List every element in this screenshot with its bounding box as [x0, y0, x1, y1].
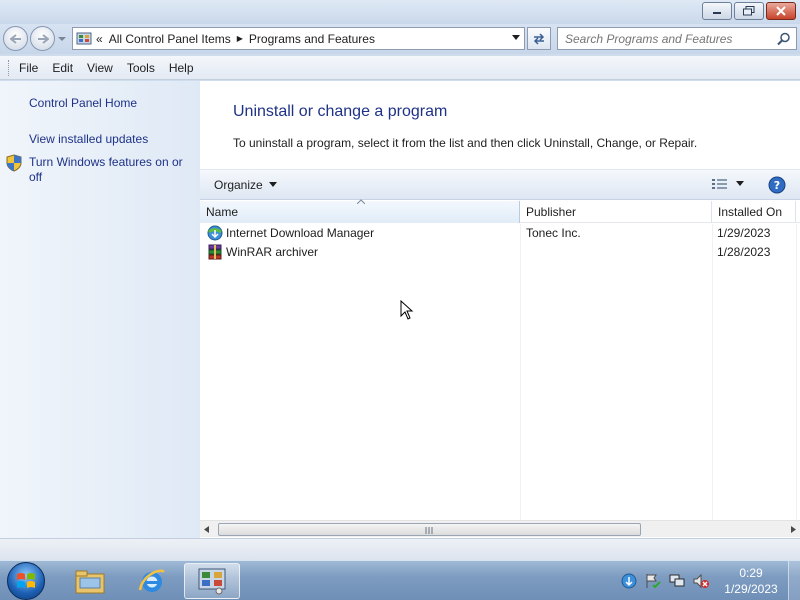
forward-button[interactable]	[30, 26, 55, 51]
search-icon[interactable]	[777, 32, 791, 46]
column-installed-label: Installed On	[718, 205, 783, 219]
address-dropdown-icon[interactable]	[512, 35, 520, 41]
page-title: Uninstall or change a program	[233, 103, 448, 120]
turn-windows-features-link[interactable]: Turn Windows features on or off	[29, 155, 189, 185]
scroll-left-icon[interactable]	[204, 526, 209, 533]
program-name: Internet Download Manager	[226, 226, 375, 240]
menu-tools[interactable]: Tools	[127, 61, 155, 75]
taskbar-explorer[interactable]	[62, 563, 118, 599]
windows-logo-icon	[17, 573, 35, 588]
breadcrumb-separator-icon[interactable]: ▶	[237, 34, 243, 43]
notification-area	[620, 572, 710, 590]
menu-edit[interactable]: Edit	[52, 61, 73, 75]
forward-arrow-icon	[37, 33, 49, 44]
close-icon	[776, 6, 786, 16]
start-button[interactable]	[7, 562, 45, 600]
search-input[interactable]	[565, 31, 775, 46]
search-box[interactable]	[557, 27, 797, 50]
system-clock[interactable]: 0:29 1/29/2023	[718, 565, 784, 597]
command-bar: Organize ?	[200, 169, 800, 200]
navigation-bar: « All Control Panel Items ▶ Programs and…	[0, 24, 800, 54]
minimize-button[interactable]	[702, 2, 732, 20]
program-row[interactable]: WinRAR archiver 1/28/2023	[200, 243, 800, 262]
refresh-button[interactable]	[527, 27, 551, 50]
menu-file[interactable]: File	[19, 61, 38, 75]
explorer-icon	[75, 570, 105, 594]
menu-help[interactable]: Help	[169, 61, 194, 75]
clock-time: 0:29	[739, 566, 763, 580]
control-panel-home-link[interactable]: Control Panel Home	[29, 96, 137, 111]
column-divider	[712, 224, 713, 520]
column-header-name[interactable]: Name	[200, 199, 520, 223]
page-description: To uninstall a program, select it from t…	[233, 136, 698, 150]
column-divider	[796, 224, 797, 520]
status-bar	[0, 538, 800, 560]
breadcrumb-all-control-panel-items[interactable]: All Control Panel Items	[109, 32, 231, 46]
column-name-label: Name	[206, 205, 239, 219]
show-desktop-button[interactable]	[788, 561, 800, 600]
change-view-button[interactable]	[712, 178, 744, 190]
main-content: Uninstall or change a program To uninsta…	[200, 81, 800, 538]
menu-view[interactable]: View	[87, 61, 113, 75]
scrollbar-thumb[interactable]	[218, 523, 641, 536]
window-controls	[702, 2, 796, 20]
minimize-icon	[713, 12, 721, 14]
restore-button[interactable]	[734, 2, 764, 20]
scroll-grip-icon	[425, 527, 433, 534]
shield-icon	[6, 154, 22, 172]
back-button[interactable]	[3, 26, 28, 51]
restore-icon	[743, 6, 755, 16]
column-headers: Name Publisher Installed On S	[200, 199, 800, 223]
idm-tray-icon[interactable]	[620, 572, 638, 590]
column-publisher-label: Publisher	[526, 205, 577, 219]
scroll-right-icon[interactable]	[791, 526, 796, 533]
network-icon[interactable]	[668, 572, 686, 590]
title-bar	[0, 0, 800, 24]
volume-muted-icon[interactable]	[692, 572, 710, 590]
program-name: WinRAR archiver	[226, 245, 319, 259]
breadcrumb-programs-and-features[interactable]: Programs and Features	[249, 32, 375, 46]
back-arrow-icon	[9, 33, 21, 44]
column-divider	[520, 224, 521, 520]
clock-date: 1/29/2023	[724, 582, 778, 596]
taskbar: 0:29 1/29/2023	[0, 560, 800, 600]
control-panel-icon	[198, 568, 226, 595]
program-publisher: Tonec Inc.	[526, 226, 581, 240]
horizontal-scrollbar[interactable]	[200, 520, 800, 537]
program-list: Internet Download Manager Tonec Inc. 1/2…	[200, 224, 800, 520]
organize-button[interactable]: Organize	[214, 178, 277, 192]
svg-text:?: ?	[774, 179, 780, 192]
help-icon[interactable]: ?	[768, 176, 786, 194]
program-installed-on: 1/29/2023	[717, 226, 771, 240]
menu-bar: File Edit View Tools Help	[0, 56, 800, 80]
chevron-down-icon	[268, 182, 277, 187]
view-dropdown-icon[interactable]	[736, 181, 744, 187]
column-header-publisher[interactable]: Publisher	[520, 201, 712, 223]
taskbar-control-panel[interactable]	[184, 563, 240, 599]
internet-explorer-icon	[138, 569, 165, 592]
column-header-size[interactable]: S	[796, 201, 800, 223]
idm-icon	[207, 225, 223, 241]
control-panel-icon	[76, 32, 92, 44]
refresh-icon	[533, 32, 545, 45]
winrar-icon	[208, 244, 222, 260]
organize-label: Organize	[214, 178, 263, 192]
action-center-icon[interactable]	[644, 572, 662, 590]
tasks-pane: Control Panel Home View installed update…	[0, 81, 200, 538]
address-overflow[interactable]: «	[96, 32, 103, 46]
address-bar[interactable]: « All Control Panel Items ▶ Programs and…	[72, 27, 525, 50]
close-button[interactable]	[766, 2, 796, 20]
program-installed-on: 1/28/2023	[717, 245, 771, 259]
view-installed-updates-link[interactable]: View installed updates	[29, 132, 148, 147]
program-row[interactable]: Internet Download Manager Tonec Inc. 1/2…	[200, 224, 800, 243]
details-view-icon	[712, 179, 727, 189]
recent-pages-dropdown-icon[interactable]	[58, 35, 66, 43]
sort-ascending-icon	[357, 199, 365, 204]
mouse-cursor-icon	[400, 300, 414, 320]
taskbar-internet-explorer[interactable]	[124, 563, 180, 599]
menu-grip	[8, 59, 11, 76]
column-header-installed-on[interactable]: Installed On	[712, 201, 796, 223]
